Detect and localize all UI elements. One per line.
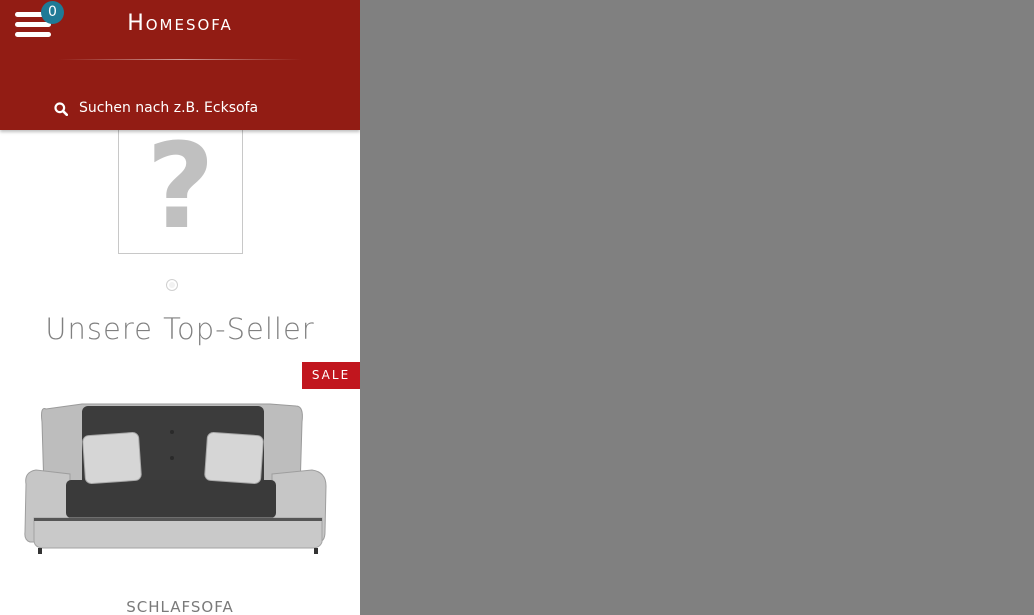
section-title: Unsere Top-Seller bbox=[45, 312, 315, 346]
mobile-panel: 0 Homesofa Suchen nach z.B. Ecksofa ? Un… bbox=[0, 0, 360, 615]
missing-image-icon: ? bbox=[146, 117, 215, 255]
sofa-image[interactable] bbox=[0, 362, 360, 592]
search-icon bbox=[54, 102, 68, 116]
site-logo[interactable]: Homesofa bbox=[0, 11, 360, 36]
slider-image[interactable]: ? bbox=[118, 117, 243, 255]
search-field[interactable]: Suchen nach z.B. Ecksofa bbox=[53, 99, 313, 119]
site-header: 0 Homesofa Suchen nach z.B. Ecksofa bbox=[0, 0, 360, 130]
search-input[interactable]: Suchen nach z.B. Ecksofa bbox=[79, 100, 258, 116]
header-divider bbox=[58, 59, 302, 60]
product-name[interactable]: SCHLAFSOFA bbox=[0, 598, 360, 615]
slider-dot[interactable] bbox=[166, 279, 178, 291]
sale-badge: SALE bbox=[302, 362, 360, 389]
